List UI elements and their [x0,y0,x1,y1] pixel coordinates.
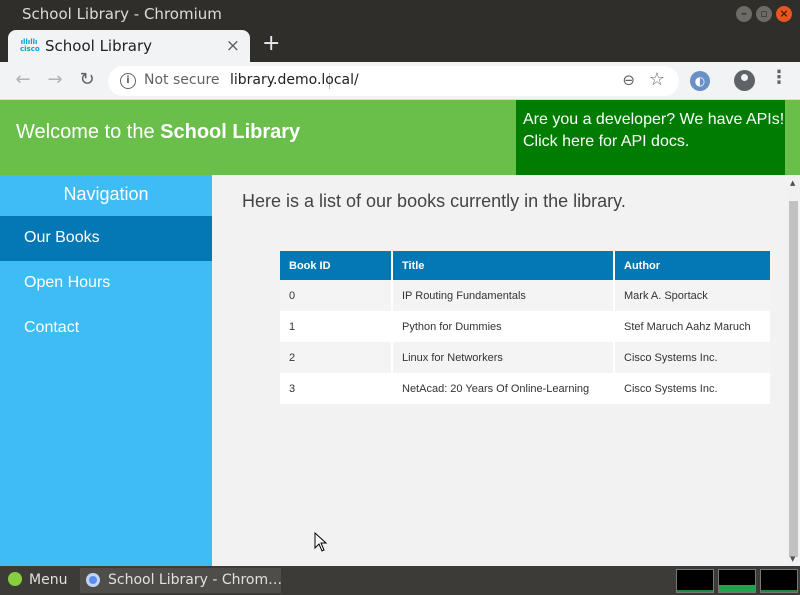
sidebar-item-our-books[interactable]: Our Books [0,216,212,261]
table-header-row: Book ID Title Author [280,251,770,280]
table-row: 3 NetAcad: 20 Years Of Online-Learning C… [280,373,770,404]
column-header-author[interactable]: Author [614,251,770,280]
table-cell: Stef Maruch Aahz Maruch [614,311,770,342]
forward-arrow-icon[interactable]: → [44,69,66,91]
minimize-icon[interactable]: – [736,6,752,22]
chromium-icon [86,573,100,587]
table-row: 2 Linux for Networkers Cisco Systems Inc… [280,342,770,373]
table-cell: 2 [280,342,393,373]
reload-icon[interactable]: ↻ [76,69,98,91]
zoom-out-icon[interactable]: ⊖ [622,71,635,89]
extension-icon[interactable]: ◐ [690,71,710,91]
sidebar-item-open-hours[interactable]: Open Hours [0,261,212,306]
kebab-menu-icon[interactable]: ⋮ [770,67,788,88]
web-page: Welcome to the School Library Are you a … [0,100,800,566]
tab-school-library[interactable]: ıllıllı cisco School Library × [8,30,250,62]
sidebar-item-contact[interactable]: Contact [0,306,212,351]
network-monitor-graph [760,569,798,593]
table-cell: Cisco Systems Inc. [614,373,770,404]
url-text[interactable]: library.demo.local/ [230,72,359,88]
main-content: Here is a list of our books currently in… [212,175,787,566]
new-tab-button[interactable]: + [262,31,280,56]
table-row: 0 IP Routing Fundamentals Mark A. Sporta… [280,280,770,311]
tab-title: School Library [45,37,153,55]
intro-text: Here is a list of our books currently in… [242,191,626,211]
mint-logo-icon [8,572,22,586]
table-cell: Cisco Systems Inc. [614,342,770,373]
table-cell: 3 [280,373,393,404]
column-header-title[interactable]: Title [392,251,615,280]
browser-toolbar: ← → ↻ i Not secure library.demo.local/ ⊖… [0,62,800,100]
tab-strip: ıllıllı cisco School Library × + [0,28,800,62]
taskbar-window-item[interactable]: School Library - Chrom… [80,568,281,593]
tab-close-icon[interactable]: × [226,36,240,56]
profile-icon[interactable] [734,70,755,91]
api-line-1: Are you a developer? We have APIs! [523,111,785,128]
maximize-icon[interactable]: ▫ [756,6,772,22]
table-cell: Mark A. Sportack [614,280,770,311]
table-cell: Python for Dummies [392,311,615,342]
table-row: 1 Python for Dummies Stef Maruch Aahz Ma… [280,311,770,342]
scroll-up-icon[interactable]: ▲ [790,179,795,187]
desktop-taskbar: Menu School Library - Chrom… [0,566,800,595]
start-menu-button[interactable]: Menu [8,572,67,588]
page-scrollbar[interactable]: ▲ ▼ [787,175,800,566]
window-title: School Library - Chromium [22,5,222,23]
table-cell: NetAcad: 20 Years Of Online-Learning [392,373,615,404]
address-bar[interactable]: i Not secure library.demo.local/ ⊖ ☆ [108,66,679,96]
info-icon[interactable]: i [120,73,136,89]
sidebar: Navigation Our Books Open Hours Contact [0,175,212,566]
window-titlebar: School Library - Chromium – ▫ × [0,0,800,28]
column-header-book-id[interactable]: Book ID [280,251,393,280]
window-controls: – ▫ × [736,6,792,22]
bookmark-star-icon[interactable]: ☆ [649,69,665,90]
memory-monitor-graph [718,569,756,593]
navigation-title: Navigation [63,184,149,204]
close-window-icon[interactable]: × [776,6,792,22]
table-cell: 0 [280,280,393,311]
scrollbar-thumb[interactable] [789,201,798,557]
mouse-cursor-icon [314,532,328,552]
cpu-monitor-graph [676,569,714,593]
api-docs-link[interactable]: Are you a developer? We have APIs! Click… [516,100,785,175]
back-arrow-icon[interactable]: ← [12,69,34,91]
cisco-favicon-icon: ıllıllı cisco [20,38,40,53]
table-cell: 1 [280,311,393,342]
api-line-2: Click here for API docs. [523,133,690,150]
table-cell: Linux for Networkers [392,342,615,373]
security-label[interactable]: Not secure [144,72,220,88]
books-table: Book ID Title Author 0 IP Routing Fundam… [280,251,770,404]
table-cell: IP Routing Fundamentals [392,280,615,311]
welcome-heading: Welcome to the School Library [16,121,301,143]
scroll-down-icon[interactable]: ▼ [790,555,795,563]
